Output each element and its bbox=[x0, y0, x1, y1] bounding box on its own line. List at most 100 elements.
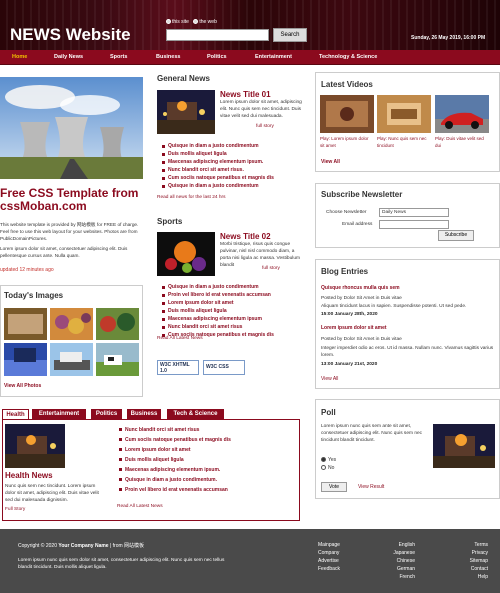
company-link[interactable]: Your Company Name bbox=[58, 543, 108, 549]
blog-entry-body: Aliquam tincidunt lacus in sapien. Suspe… bbox=[321, 304, 467, 309]
list-item[interactable]: Quisque in diam a justo condimentum bbox=[160, 142, 305, 150]
list-item[interactable]: Quisque in diam a justo condimentum. bbox=[117, 475, 297, 485]
video-thumb-3[interactable] bbox=[435, 95, 489, 133]
footer-col-info: Terms Privacy Sitemap Contact Help bbox=[455, 541, 488, 581]
news-01-image bbox=[157, 90, 215, 134]
footer-col-links: Mainpage Company Advertise Feedback bbox=[318, 541, 348, 573]
view-all-photos-link[interactable]: View All Photos bbox=[4, 383, 41, 389]
video-caption-1[interactable]: Play: Lorem ipsum dolor sit amet bbox=[320, 135, 374, 149]
radio-icon[interactable] bbox=[321, 465, 326, 471]
video-thumb-2[interactable] bbox=[377, 95, 431, 133]
tab-health[interactable]: Health bbox=[2, 409, 29, 419]
footer-link[interactable]: Sitemap bbox=[455, 557, 488, 565]
footer-link[interactable]: Chinese bbox=[385, 557, 415, 565]
newsletter-select[interactable]: Daily News bbox=[379, 208, 449, 217]
videos-view-all-link[interactable]: View All bbox=[321, 159, 340, 165]
tab-tech-science[interactable]: Tech & Science bbox=[167, 409, 224, 419]
health-news-image bbox=[5, 424, 65, 468]
video-thumb-1[interactable] bbox=[320, 95, 374, 133]
footer-link[interactable]: French bbox=[385, 573, 415, 581]
blog-entry-title[interactable]: Lorem ipsum dolor sit amet bbox=[321, 325, 387, 331]
tab-read-all-link[interactable]: Read All Latest News bbox=[117, 504, 163, 509]
tab-entertainment[interactable]: Entertainment bbox=[32, 409, 86, 419]
footer-link[interactable]: English bbox=[385, 541, 415, 549]
blog-entry-title[interactable]: Quisque rhoncus mulla quis sem bbox=[321, 285, 400, 291]
blog-box bbox=[315, 259, 500, 389]
list-item[interactable]: Quisque in diam a justo condimentum bbox=[160, 283, 310, 291]
blog-entry-date: 15:00 January 28th, 2020 bbox=[321, 312, 378, 317]
search-input[interactable] bbox=[166, 29, 269, 41]
list-item[interactable]: Proin vel libero id erat venenatis accum… bbox=[160, 291, 310, 299]
vote-button[interactable]: Vote bbox=[321, 482, 347, 492]
list-item[interactable]: Duis mollis aliquet ligula bbox=[160, 150, 305, 158]
search-scope: this site the web bbox=[166, 19, 217, 25]
poll-option-no[interactable]: No bbox=[321, 465, 334, 471]
news-01-full-story-link[interactable]: full story bbox=[256, 124, 274, 129]
footer-description: Lorem ipsum nunc quis sem dolor sit amet… bbox=[18, 558, 225, 570]
footer-link[interactable]: Privacy bbox=[455, 549, 488, 557]
subscribe-button[interactable]: Subscribe bbox=[438, 230, 474, 241]
video-caption-2[interactable]: Play: Nunc quis sem nec tincidunt bbox=[377, 135, 431, 149]
nav-item-politics[interactable]: Politics bbox=[207, 50, 227, 65]
footer-link[interactable]: Terms bbox=[455, 541, 488, 549]
footer-link[interactable]: Feedback bbox=[318, 565, 348, 573]
health-news-heading[interactable]: Health News bbox=[5, 471, 53, 480]
list-item[interactable]: Proin vel libero id erat venenatis accum… bbox=[117, 485, 297, 495]
photo-grid bbox=[4, 308, 139, 376]
w3c-xhtml-badge[interactable]: W3C XHTML 1.0 bbox=[157, 360, 199, 375]
health-full-story-link[interactable]: Full Story bbox=[5, 507, 25, 512]
nav-item-entertainment[interactable]: Entertainment bbox=[255, 50, 292, 65]
list-item[interactable]: Maecenas adipiscing elementum ipsum bbox=[160, 315, 310, 323]
nav-item-technology-science[interactable]: Technology & Science bbox=[319, 50, 377, 65]
view-result-link[interactable]: View Result bbox=[358, 484, 384, 490]
general-news-read-all-link[interactable]: Read all news for the last 24 hrs bbox=[157, 195, 226, 200]
list-item[interactable]: Nunc blandit orci sit amet risus bbox=[117, 425, 297, 435]
footer-link[interactable]: German bbox=[385, 565, 415, 573]
radio-the-web[interactable] bbox=[193, 19, 199, 25]
blog-entry-date: 13:00 January 21st, 2020 bbox=[321, 362, 378, 367]
feature-description: This website template is provided by 网站模… bbox=[0, 222, 139, 241]
list-item[interactable]: Duis mollis aliquet ligula bbox=[160, 307, 310, 315]
list-item[interactable]: Lorem ipsum dolor sit amet bbox=[160, 299, 310, 307]
nav-item-sports[interactable]: Sports bbox=[110, 50, 127, 65]
email-field[interactable] bbox=[379, 220, 449, 229]
nav-item-daily-news[interactable]: Daily News bbox=[54, 50, 83, 65]
news-01-title[interactable]: News Title 01 bbox=[220, 90, 271, 99]
nav-item-home[interactable]: Home bbox=[12, 50, 27, 65]
tab-politics[interactable]: Politics bbox=[91, 409, 122, 419]
poll-option-yes[interactable]: Yes bbox=[321, 457, 336, 463]
video-caption-3[interactable]: Play: Duis vitae velit sed dui bbox=[435, 135, 489, 149]
list-item[interactable]: Nunc blandit orci sit amet risus. bbox=[160, 166, 305, 174]
radio-this-site[interactable] bbox=[166, 19, 171, 25]
radio-icon[interactable] bbox=[321, 457, 326, 463]
footer-link[interactable]: Company bbox=[318, 549, 348, 557]
list-item[interactable]: Duis mollis aliquet ligula bbox=[117, 455, 297, 465]
sports-read-all-link[interactable]: Read All Latest News bbox=[157, 336, 203, 341]
feature-image bbox=[0, 77, 143, 179]
list-item[interactable]: Maecenas adipiscing elementum ipsum. bbox=[117, 465, 297, 475]
list-item[interactable]: Cum sociis natoque penatibus et magnis d… bbox=[160, 174, 305, 182]
footer-link[interactable]: Japanese bbox=[385, 549, 415, 557]
email-label: Email address bbox=[342, 222, 373, 227]
general-news-heading: General News bbox=[157, 74, 210, 83]
news-02-title[interactable]: News Title 02 bbox=[220, 232, 271, 241]
footer-col-languages: English Japanese Chinese German French bbox=[385, 541, 415, 581]
feature-title[interactable]: Free CSS Template from cssMoban.com bbox=[0, 187, 145, 213]
nav-item-business[interactable]: Business bbox=[156, 50, 180, 65]
site-title[interactable]: NEWS Website bbox=[10, 25, 131, 45]
list-item[interactable]: Maecenas adipiscing elementum ipsum. bbox=[160, 158, 305, 166]
list-item[interactable]: Nunc blandit orci sit amet risus bbox=[160, 323, 310, 331]
news-02-full-story-link[interactable]: full story bbox=[262, 266, 280, 271]
list-item[interactable]: Lorem ipsum dolor sit amet bbox=[117, 445, 297, 455]
footer-link[interactable]: Contact bbox=[455, 565, 488, 573]
sports-news-list: Quisque in diam a justo condimentum Proi… bbox=[160, 283, 310, 339]
footer-link[interactable]: Mainpage bbox=[318, 541, 348, 549]
blog-view-all-link[interactable]: View All bbox=[321, 376, 338, 382]
w3c-css-badge[interactable]: W3C CSS bbox=[203, 360, 245, 375]
tab-business[interactable]: Business bbox=[127, 409, 161, 419]
footer-link[interactable]: Advertise bbox=[318, 557, 348, 565]
footer-link[interactable]: Help bbox=[455, 573, 488, 581]
search-button[interactable]: Search bbox=[273, 28, 307, 42]
list-item[interactable]: Cum sociis natoque penatibus et magnis d… bbox=[117, 435, 297, 445]
list-item[interactable]: Quisque in diam a justo condimentum bbox=[160, 182, 305, 190]
